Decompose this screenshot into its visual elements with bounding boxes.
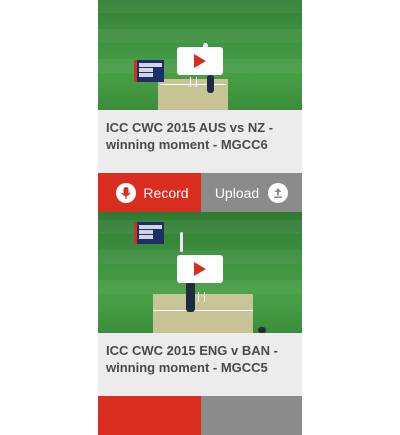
fielder	[258, 327, 266, 333]
crease-line	[153, 310, 253, 311]
video-title-card[interactable]: ICC CWC 2015 ENG v BAN - winning moment …	[98, 333, 302, 396]
score-overlay	[134, 222, 164, 244]
upload-icon	[268, 182, 289, 203]
stumps	[190, 77, 197, 87]
field-stripe	[98, 0, 302, 13]
stumps	[198, 292, 205, 302]
record-button[interactable]	[98, 396, 201, 435]
play-icon	[194, 54, 206, 68]
field-stripe	[98, 29, 302, 43]
upload-button[interactable]	[201, 396, 302, 435]
record-icon	[116, 182, 137, 203]
play-button[interactable]	[177, 255, 223, 283]
upload-button-label: Upload	[214, 184, 260, 201]
upload-button[interactable]: Upload	[201, 173, 302, 212]
play-icon	[194, 262, 206, 276]
score-overlay	[134, 60, 164, 82]
video-title-card[interactable]: ICC CWC 2015 AUS vs NZ - winning moment …	[98, 110, 302, 173]
video-thumbnail[interactable]	[98, 0, 302, 110]
action-bar	[98, 396, 302, 435]
record-button-label: Record	[143, 184, 189, 201]
bat	[180, 232, 183, 252]
batsman	[186, 282, 195, 312]
video-feed: Record Upload ICC CWC 2015 AUS vs NZ - w…	[98, 0, 302, 435]
video-thumbnail[interactable]	[98, 212, 302, 333]
video-title: ICC CWC 2015 ENG v BAN - winning moment …	[106, 343, 278, 375]
record-button[interactable]: Record	[98, 173, 201, 212]
field-stripe	[98, 220, 302, 234]
video-title: ICC CWC 2015 AUS vs NZ - winning moment …	[106, 120, 274, 152]
action-bar: Record Upload	[98, 173, 302, 212]
batsman	[207, 75, 214, 93]
play-button[interactable]	[177, 47, 223, 75]
